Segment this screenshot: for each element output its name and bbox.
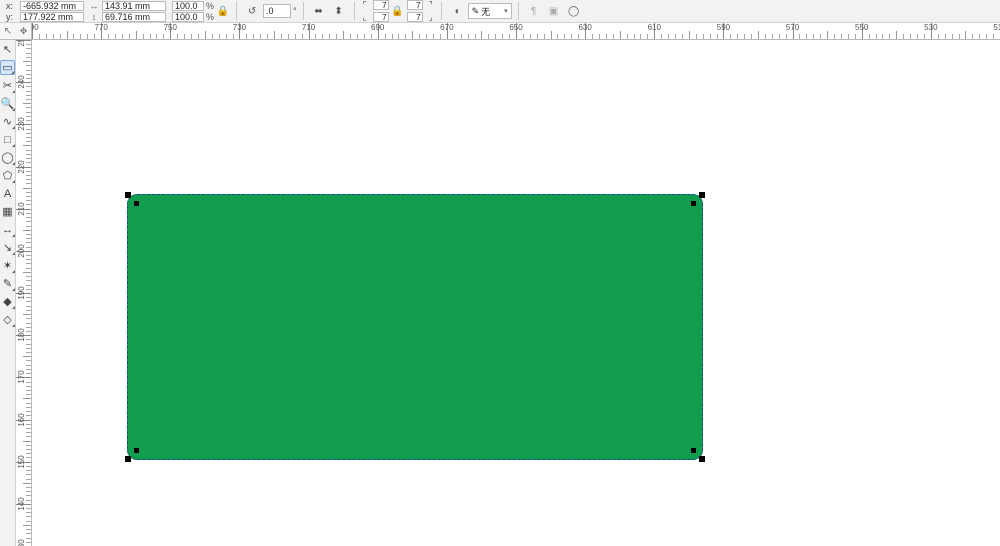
lock-ratio-icon[interactable]: 🔒 <box>216 6 230 17</box>
corner-lock-icon[interactable]: 🔒 <box>391 6 405 17</box>
x-label: x: <box>6 1 18 11</box>
chevron-down-icon: ▾ <box>504 7 508 15</box>
scale-x-input[interactable]: 100.0 <box>172 1 204 11</box>
width-icon: ↔ <box>88 1 100 11</box>
effects-tool[interactable]: ✶ <box>0 258 15 273</box>
corner-tr-icon: ⌝ <box>427 0 435 11</box>
corner-node-br[interactable] <box>691 448 696 453</box>
fill-tool[interactable]: ◆ <box>0 294 15 309</box>
corner-tl-icon: ⌜ <box>361 0 369 11</box>
size-group: ↔ 143.91 mm ↕ 69.716 mm <box>88 1 166 22</box>
dimension-tool[interactable]: ↔ <box>0 222 15 237</box>
canvas[interactable] <box>32 40 1000 546</box>
position-group: x: -665.932 mm y: 177.922 mm <box>6 1 84 22</box>
corner-node-tl[interactable] <box>134 201 139 206</box>
separator <box>236 2 237 20</box>
x-input[interactable]: -665.932 mm <box>20 1 84 11</box>
y-input[interactable]: 177.922 mm <box>20 12 84 22</box>
connector-tool[interactable]: ↘ <box>0 240 15 255</box>
crop-tool[interactable]: ✂ <box>0 78 15 93</box>
selection-handle-bl[interactable] <box>125 456 131 462</box>
ruler-horizontal[interactable]: 7907707507307106906706506306105905705505… <box>32 23 1000 40</box>
scale-y-unit: % <box>206 12 214 22</box>
mirror-vertical-button[interactable]: ⬍ <box>330 2 348 20</box>
rotation-unit: ° <box>293 6 297 16</box>
text-tool[interactable]: A <box>0 186 15 201</box>
eyedropper-tool[interactable]: ✎ <box>0 276 15 291</box>
corner-br-input[interactable]: 7 <box>407 12 423 22</box>
corner-tl-input[interactable]: 7 <box>373 0 389 10</box>
separator <box>518 2 519 20</box>
shape-tool[interactable]: ▭ <box>0 60 15 75</box>
height-icon: ↕ <box>88 12 100 22</box>
scale-group: 100.0 % 100.0 % <box>172 1 214 22</box>
ellipse-tool[interactable]: ◯ <box>0 150 15 165</box>
outline-tool[interactable]: ◇ <box>0 312 15 327</box>
property-bar: x: -665.932 mm y: 177.922 mm ↔ 143.91 mm… <box>0 0 1000 23</box>
corner-node-tr[interactable] <box>691 201 696 206</box>
rotate-icon: ↺ <box>243 2 261 20</box>
corner-br-icon: ⌟ <box>427 12 435 23</box>
height-input[interactable]: 69.716 mm <box>102 12 166 22</box>
separator <box>354 2 355 20</box>
zoom-tool[interactable]: 🔍 <box>0 96 15 111</box>
corner-radius-right: 7 ⌝ 7 ⌟ <box>407 0 435 23</box>
ruler-origin-icon[interactable]: ✥ <box>16 23 32 40</box>
to-front-button[interactable]: ▣ <box>545 2 563 20</box>
outline-width-value: 无 <box>481 5 490 18</box>
polygon-tool[interactable]: ⬠ <box>0 168 15 183</box>
rotation-input[interactable]: .0 <box>263 4 291 18</box>
separator <box>303 2 304 20</box>
width-input[interactable]: 143.91 mm <box>102 1 166 11</box>
round-corner-button[interactable]: ◖ <box>448 2 466 20</box>
selection-handle-br[interactable] <box>699 456 705 462</box>
corner-radius-left: ⌜ 7 ⌞ 7 <box>361 0 389 23</box>
outline-width-select[interactable]: ✎ 无 ▾ <box>468 3 512 19</box>
separator <box>441 2 442 20</box>
cursor-origin-icon[interactable]: ↖ <box>0 23 16 40</box>
freehand-tool[interactable]: ∿ <box>0 114 15 129</box>
corner-bl-icon: ⌞ <box>361 12 369 23</box>
corner-bl-input[interactable]: 7 <box>373 12 389 22</box>
mirror-horizontal-button[interactable]: ⬌ <box>310 2 328 20</box>
scale-y-input[interactable]: 100.0 <box>172 12 204 22</box>
table-tool[interactable]: ▦ <box>0 204 15 219</box>
pick-tool[interactable]: ↖ <box>0 42 15 57</box>
scale-x-unit: % <box>206 1 214 11</box>
toolbox: ↖ ▭ ✂ 🔍 ∿ □ ◯ ⬠ A ▦ ↔ ↘ ✶ ✎ ◆ ◇ <box>0 40 16 546</box>
selection-handle-tl[interactable] <box>125 192 131 198</box>
corner-node-bl[interactable] <box>134 448 139 453</box>
convert-to-curves-button[interactable]: ◯ <box>565 2 583 20</box>
ruler-vertical[interactable]: 250240230220210200190180170160150140130 <box>16 40 32 546</box>
corner-tr-input[interactable]: 7 <box>407 0 423 10</box>
pen-icon: ✎ <box>472 6 480 17</box>
rounded-rectangle-shape[interactable] <box>127 194 703 460</box>
y-label: y: <box>6 12 18 22</box>
selection-handle-tr[interactable] <box>699 192 705 198</box>
wrap-text-button[interactable]: ¶ <box>525 2 543 20</box>
rotation-group: ↺ .0 ° <box>243 2 297 20</box>
rectangle-tool[interactable]: □ <box>0 132 15 147</box>
